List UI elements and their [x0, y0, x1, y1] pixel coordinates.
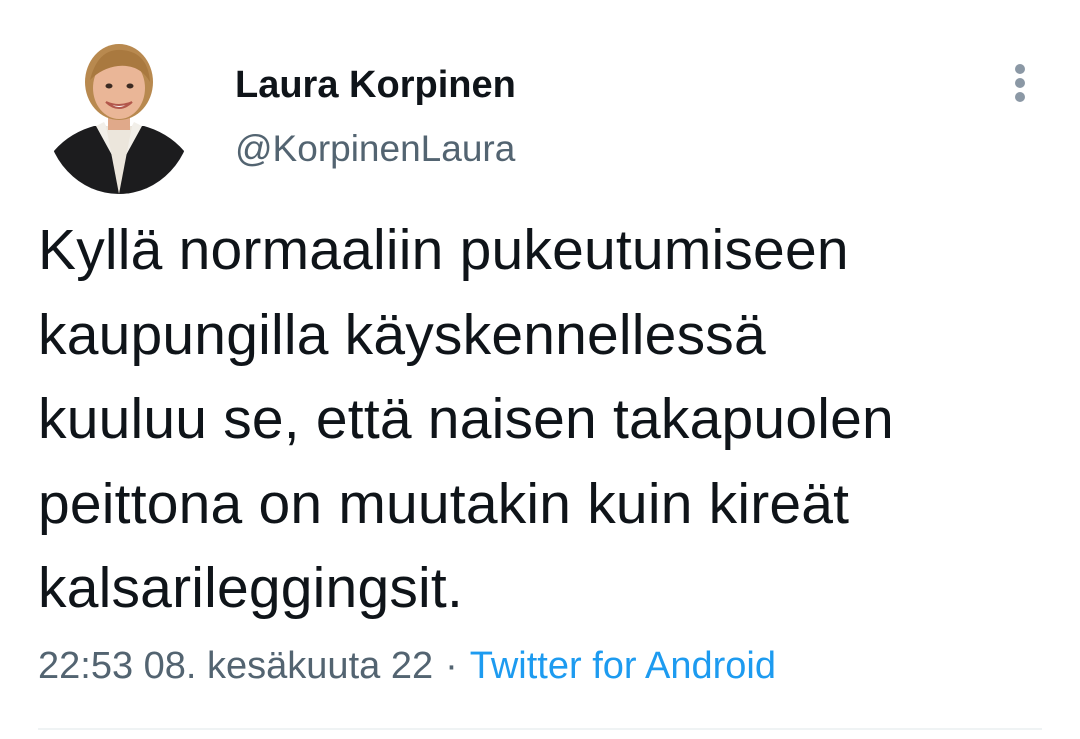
author-display-name[interactable]: Laura Korpinen	[235, 62, 516, 108]
tweet-text-line: kuuluu se, että naisen takapuolen	[38, 387, 894, 451]
more-options-button[interactable]	[1002, 58, 1038, 108]
meta-separator: ·	[445, 645, 458, 687]
author-handle[interactable]: @KorpinenLaura	[235, 126, 515, 172]
tweet-source-link[interactable]: Twitter for Android	[470, 645, 776, 687]
divider	[38, 728, 1042, 730]
tweet-text-line: peittona on muutakin kuin kireät	[38, 471, 850, 536]
profile-photo	[46, 38, 192, 194]
tweet-text-line: kalsarileggingsit.	[38, 556, 463, 620]
tweet-text-line: kaupungilla käyskennellessä	[38, 302, 766, 367]
avatar[interactable]	[46, 38, 192, 194]
tweet-text-line: Kyllä normaaliin pukeutumiseen	[38, 218, 849, 282]
tweet-timestamp[interactable]: 22:53 08. kesäkuuta 22	[38, 645, 433, 687]
tweet-text: Kyllä normaaliin pukeutumiseen kaupungil…	[38, 208, 1048, 631]
tweet-meta: 22:53 08. kesäkuuta 22 · Twitter for Andro…	[38, 642, 776, 690]
